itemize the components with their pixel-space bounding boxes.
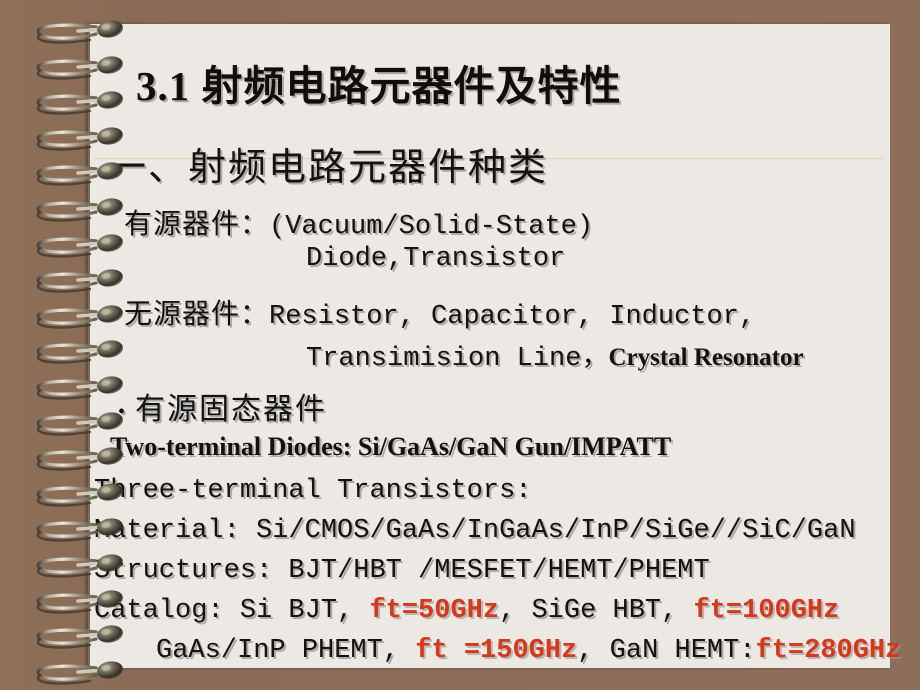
passive-devices-continuation: Transimision Line，Crystal Resonator [306,334,804,374]
bullet-dot-icon: • [118,400,128,423]
structures-line: Structures: BJT/HBT /MESFET/HEMT/PHEMT [94,556,710,586]
active-solid-state-bullet: • 有源固态器件 [118,384,327,428]
catalog2-middle: , GaN HEMT: [577,636,756,666]
active-devices-value: (Vacuum/Solid-State) [269,212,594,242]
ft-value-sige-hbt: ft=100GHz [693,596,840,626]
catalog-prefix: Catalog: Si BJT, [94,596,370,626]
active-solid-state-label: 有源固态器件 [135,393,328,426]
ft-value-gan-hemt: ft=280GHz [755,636,902,666]
two-terminal-diodes-line: Two-terminal Diodes: Si/GaAs/GaN Gun/IMP… [110,432,672,461]
crystal-resonator-text: Crystal Resonator [608,344,804,371]
page-title: 3.1 射频电路元器件及特性 [136,63,622,109]
material-line: Material: Si/CMOS/GaAs/InGaAs/InP/SiGe//… [94,516,856,546]
catalog-middle: , SiGe HBT, [499,596,694,626]
ft-value-si-bjt: ft=50GHz [369,596,500,626]
catalog-line-2: GaAs/InP PHEMT, ft =150GHz, GaN HEMT:ft=… [156,636,901,666]
active-devices-continuation: Diode,Transistor [306,244,566,274]
passive-devices-value: Resistor, Capacitor, Inductor, [269,302,756,332]
slide-content: 3.1 射频电路元器件及特性 一、射频电路元器件种类 有源器件：(Vacuum/… [88,24,901,668]
passive-devices-line: 无源器件：Resistor, Capacitor, Inductor, [124,292,755,332]
catalog-line-1: Catalog: Si BJT, ft=50GHz, SiGe HBT, ft=… [94,596,839,626]
catalog2-prefix: GaAs/InP PHEMT, [156,636,416,666]
ft-value-gaas-inp-phemt: ft =150GHz [415,636,578,666]
transmission-line-text: Transimision Line， [306,344,609,374]
active-devices-label: 有源器件： [124,209,270,240]
three-terminal-transistors-line: Three-terminal Transistors: [94,476,532,506]
passive-devices-label: 无源器件： [124,299,270,330]
section-heading: 一、射频电路元器件种类 [108,147,549,189]
active-devices-line: 有源器件：(Vacuum/Solid-State) [124,202,593,242]
slide-canvas: 3.1 射频电路元器件及特性 一、射频电路元器件种类 有源器件：(Vacuum/… [0,0,920,690]
